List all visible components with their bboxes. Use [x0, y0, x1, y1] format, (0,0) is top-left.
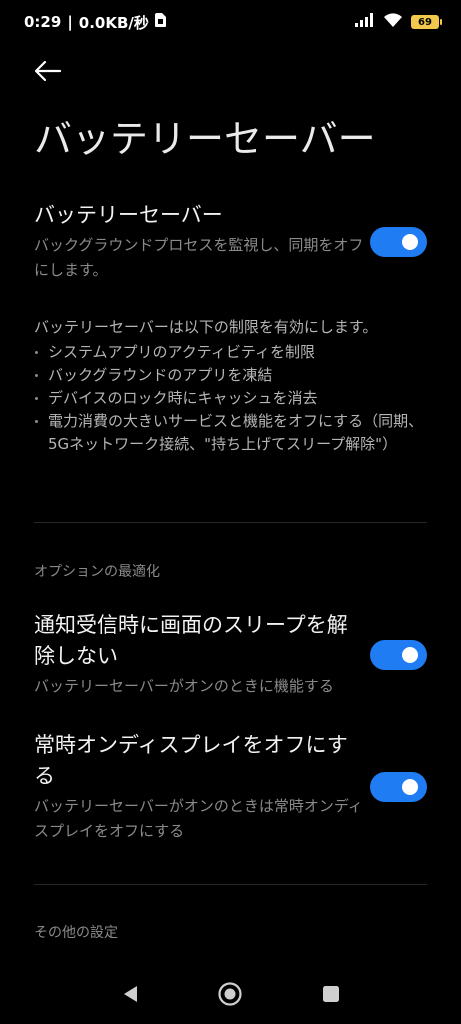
wifi-icon [383, 12, 403, 32]
toggle-knob [402, 779, 418, 795]
list-item: デバイスのロック時にキャッシュを消去 [34, 387, 431, 410]
section-header-optimization: オプションの最適化 [34, 564, 160, 580]
no-wake-toggle[interactable] [370, 639, 427, 670]
status-separator: | [67, 13, 73, 31]
back-button[interactable] [32, 57, 64, 85]
status-network-speed: 0.0KB/秒 [78, 13, 149, 32]
nav-back-button[interactable] [110, 974, 150, 1014]
sim-icon [154, 13, 166, 31]
toggle-knob [402, 233, 418, 250]
status-left: 0:29 | 0.0KB/秒 [24, 12, 166, 33]
page-title: バッテリーセーバー [34, 117, 376, 161]
list-item: 電力消費の大きいサービスと機能をオフにする（同期、5Gネットワーク接続、"持ち上… [34, 410, 431, 456]
square-recents-icon [322, 986, 339, 1002]
info-intro: バッテリーセーバーは以下の制限を有効にします。 [34, 318, 378, 336]
battery-saver-setting[interactable]: バッテリーセーバー バックグラウンドプロセスを監視し、同期をオフにします。 [34, 200, 427, 283]
setting-text: 常時オンディスプレイをオフにする バッテリーセーバーがオンのときは常時オンディス… [34, 730, 366, 844]
signal-icon [355, 13, 375, 31]
list-item: システムアプリのアクティビティを制限 [34, 341, 431, 364]
setting-description: バッテリーセーバーがオンのときに機能する [34, 677, 334, 695]
divider [34, 884, 427, 885]
list-item: バックグラウンドのアプリを凍結 [34, 364, 431, 387]
toggle-knob [402, 646, 418, 663]
status-bar: 0:29 | 0.0KB/秒 69 [0, 0, 461, 44]
nav-recents-button[interactable] [311, 974, 351, 1014]
option-aod-off[interactable]: 常時オンディスプレイをオフにする バッテリーセーバーがオンのときは常時オンディス… [34, 730, 427, 844]
battery-icon: 69 [411, 15, 442, 29]
restrictions-list: システムアプリのアクティビティを制限 バックグラウンドのアプリを凍結 デバイスの… [34, 341, 431, 456]
aod-off-toggle[interactable] [370, 772, 427, 802]
triangle-back-icon [124, 986, 138, 1002]
setting-title: 通知受信時に画面のスリープを解除しない [34, 613, 348, 668]
option-no-wake-on-notification[interactable]: 通知受信時に画面のスリープを解除しない バッテリーセーバーがオンのときに機能する [34, 610, 427, 699]
setting-description: バックグラウンドプロセスを監視し、同期をオフにします。 [34, 236, 364, 279]
battery-saver-toggle[interactable] [370, 226, 427, 257]
navigation-bar [0, 964, 461, 1024]
divider [34, 522, 427, 523]
status-right: 69 [355, 12, 442, 32]
restrictions-info: バッテリーセーバーは以下の制限を有効にします。 システムアプリのアクティビティを… [34, 316, 431, 456]
nav-home-button[interactable] [210, 974, 250, 1014]
circle-home-icon [218, 982, 243, 1006]
battery-level: 69 [418, 16, 432, 28]
setting-title: バッテリーセーバー [34, 203, 223, 227]
arrow-left-icon [34, 60, 62, 82]
status-time: 0:29 [24, 13, 62, 31]
setting-text: バッテリーセーバー バックグラウンドプロセスを監視し、同期をオフにします。 [34, 200, 366, 283]
setting-title: 常時オンディスプレイをオフにする [34, 733, 348, 788]
section-header-other: その他の設定 [34, 925, 118, 941]
setting-text: 通知受信時に画面のスリープを解除しない バッテリーセーバーがオンのときに機能する [34, 610, 366, 699]
setting-description: バッテリーセーバーがオンのときは常時オンディスプレイをオフにする [34, 797, 363, 840]
